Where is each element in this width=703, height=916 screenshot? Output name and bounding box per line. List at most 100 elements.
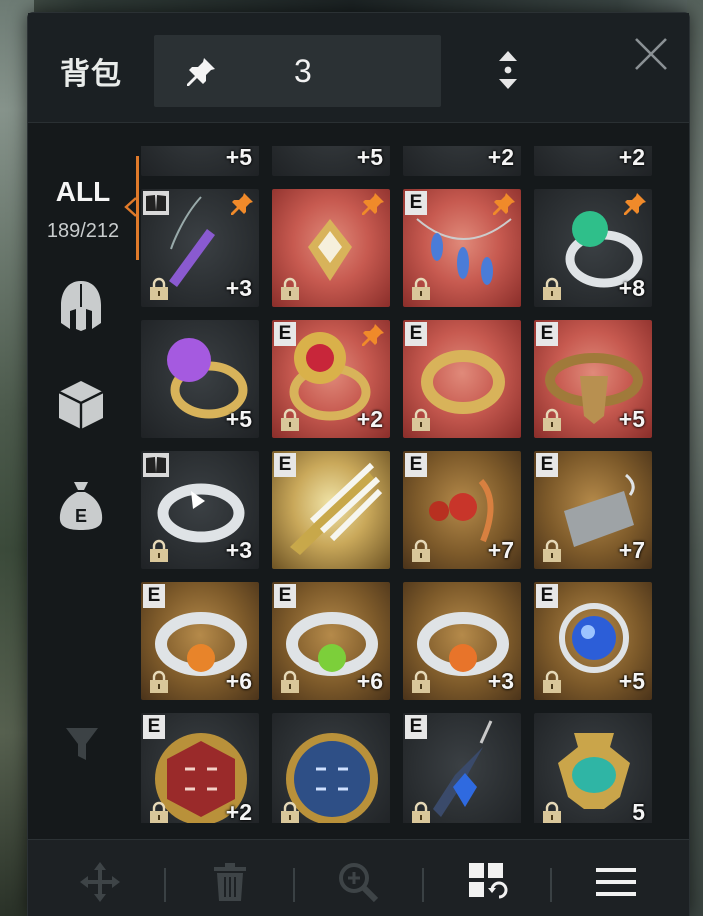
lock-icon (278, 670, 302, 694)
inventory-slot[interactable]: +5 (141, 146, 259, 176)
enhance-level: +5 (356, 146, 383, 170)
equipped-badge: E (143, 584, 165, 608)
inventory-panel: 背包 3 ALL 189/212 E +5 +5 +2 +2 +3 E +8 +… (27, 12, 690, 916)
lock-icon (540, 408, 564, 432)
inventory-slot-red-rune-medallion[interactable]: E +2 (141, 713, 259, 823)
lock-icon (278, 408, 302, 432)
equipped-badge: E (405, 322, 427, 346)
inventory-slot-sapphire-orb-amulet[interactable]: E +5 (534, 582, 652, 700)
toolbar-divider (550, 868, 552, 902)
enhance-level: +2 (487, 146, 514, 170)
lock-icon (409, 539, 433, 563)
enhance-level: +2 (356, 406, 383, 432)
inventory-slot[interactable]: +5 (272, 146, 390, 176)
pin-count: 3 (294, 53, 312, 89)
inventory-slot-plain-gold-band-ring[interactable]: E (403, 320, 521, 438)
money-bag-icon[interactable]: E (56, 478, 106, 532)
pin-icon (491, 191, 517, 217)
inventory-slot-gold-diamond-pendant-necklace[interactable] (272, 189, 390, 307)
tab-all[interactable]: ALL 189/212 (28, 154, 139, 260)
zoom-icon[interactable] (336, 860, 380, 904)
lock-icon (409, 801, 433, 823)
menu-icon[interactable] (594, 860, 638, 904)
enhance-level: +3 (225, 537, 252, 563)
close-icon[interactable] (632, 35, 670, 73)
inventory-slot-golden-feather-bracer[interactable]: E (272, 451, 390, 569)
inventory-slot-dragon-head-ring[interactable]: E +5 (534, 320, 652, 438)
inventory-capacity: 189/212 (46, 220, 120, 242)
lock-icon (540, 801, 564, 823)
pin-icon (229, 191, 255, 217)
inventory-slot-amber-silver-ring[interactable]: +3 (403, 582, 521, 700)
inventory-slot-emerald-silver-ring[interactable]: +8 (534, 189, 652, 307)
inventory-slot-sapphire-drop-necklace[interactable]: E (403, 189, 521, 307)
equipped-badge: E (536, 584, 558, 608)
equipped-badge: E (405, 715, 427, 739)
inventory-slot-silver-twist-ring[interactable]: +3 (141, 451, 259, 569)
equipped-badge: E (274, 322, 296, 346)
pinned-items-filter[interactable]: 3 (154, 35, 441, 107)
enhance-level: +2 (225, 799, 252, 823)
lock-icon (147, 539, 171, 563)
move-icon[interactable] (78, 860, 122, 904)
toolbar-divider (164, 868, 166, 902)
enhance-level: +6 (356, 668, 383, 694)
active-tab-indicator (136, 156, 139, 260)
enhance-level: +8 (618, 275, 645, 301)
inventory-slot[interactable]: +2 (403, 146, 521, 176)
lock-icon (409, 277, 433, 301)
lock-icon (540, 670, 564, 694)
page-title: 背包 (60, 57, 122, 92)
inventory-slot-ruby-sunburst-ring[interactable]: E +2 (272, 320, 390, 438)
helmet-icon[interactable] (56, 278, 106, 332)
lock-icon (147, 670, 171, 694)
enhance-level: +7 (618, 537, 645, 563)
equipped-badge: E (405, 191, 427, 215)
inventory-slot-silver-claw-earring[interactable]: E +7 (534, 451, 652, 569)
pin-icon (622, 191, 648, 217)
inventory-grid: +5 +5 +2 +2 +3 E +8 +5 E +2 E E +5 +3 E E +7 E +7 E +6 E +6 +3 E… (141, 146, 687, 823)
lock-icon (540, 539, 564, 563)
money-bag-label: E (75, 506, 87, 526)
inventory-slot-jade-urn[interactable]: 5 (534, 713, 652, 823)
sort-grid-icon[interactable] (466, 860, 510, 904)
lock-icon (540, 277, 564, 301)
equipped-badge: E (536, 453, 558, 477)
lock-icon (409, 670, 433, 694)
equipped-badge: E (143, 715, 165, 739)
inventory-slot-sapphire-drop-earring[interactable]: E (403, 713, 521, 823)
crate-icon[interactable] (56, 378, 106, 432)
pin-icon (187, 58, 215, 86)
equipped-badge: E (536, 322, 558, 346)
pin-icon (360, 322, 386, 348)
inventory-slot-peridot-silver-ring[interactable]: E +6 (272, 582, 390, 700)
inventory-slot-amethyst-pendant-necklace[interactable]: +3 (141, 189, 259, 307)
lock-icon (278, 801, 302, 823)
inventory-slot[interactable]: +2 (534, 146, 652, 176)
category-sidebar: ALL 189/212 E (28, 124, 139, 839)
inventory-slot-amethyst-gold-ring[interactable]: +5 (141, 320, 259, 438)
equipped-badge: E (274, 584, 296, 608)
enhance-level: +6 (225, 668, 252, 694)
book-icon (143, 453, 169, 477)
enhance-level: +5 (225, 406, 252, 432)
funnel-icon[interactable] (64, 724, 100, 764)
toolbar-divider (422, 868, 424, 902)
lock-icon (147, 801, 171, 823)
inventory-header: 背包 3 (28, 13, 689, 123)
enhance-level: +5 (618, 668, 645, 694)
enhance-level: +3 (487, 668, 514, 694)
toolbar-divider (293, 868, 295, 902)
lock-icon (409, 408, 433, 432)
sort-order-icon[interactable] (495, 49, 521, 91)
enhance-level: +7 (487, 537, 514, 563)
inventory-toolbar (28, 839, 689, 916)
inventory-slot-topaz-silver-ring[interactable]: E +6 (141, 582, 259, 700)
inventory-slot-ruby-flame-earring[interactable]: E +7 (403, 451, 521, 569)
equipped-badge: E (274, 453, 296, 477)
trash-icon[interactable] (208, 860, 252, 904)
lock-icon (147, 277, 171, 301)
inventory-slot-blue-rune-medallion[interactable] (272, 713, 390, 823)
book-icon (143, 191, 169, 215)
enhance-level: +2 (618, 146, 645, 170)
